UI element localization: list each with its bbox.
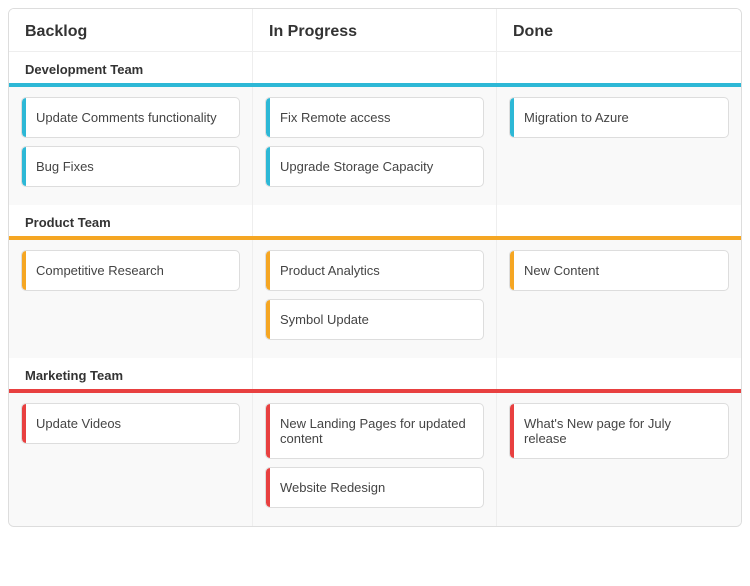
- card-1-1-1[interactable]: Symbol Update: [265, 299, 484, 340]
- card-0-0-0[interactable]: Update Comments functionality: [21, 97, 240, 138]
- team-label-mid-2: [253, 358, 497, 389]
- done-header: Done: [497, 9, 741, 51]
- team-header-row-2: Marketing Team: [9, 358, 741, 389]
- team-label-mid-0: [253, 52, 497, 83]
- team-label-right-1: [497, 205, 741, 236]
- card-2-0-0[interactable]: Update Videos: [21, 403, 240, 444]
- team-1-backlog-col: Competitive Research: [9, 240, 253, 358]
- team-0-backlog-col: Update Comments functionality Bug Fixes: [9, 87, 253, 205]
- team-1-done-col: New Content: [497, 240, 741, 358]
- team-content-0: Update Comments functionality Bug Fixes Fi…: [9, 87, 741, 205]
- inprogress-header: In Progress: [253, 9, 497, 51]
- card-1-1-0[interactable]: Product Analytics: [265, 250, 484, 291]
- team-1-inprogress-col: Product Analytics Symbol Update: [253, 240, 497, 358]
- team-label-mid-1: [253, 205, 497, 236]
- team-0-done-col: Migration to Azure: [497, 87, 741, 205]
- team-content-2: Update Videos New Landing Pages for updat…: [9, 393, 741, 526]
- card-0-1-1[interactable]: Upgrade Storage Capacity: [265, 146, 484, 187]
- team-label-right-2: [497, 358, 741, 389]
- card-0-1-0[interactable]: Fix Remote access: [265, 97, 484, 138]
- team-header-row-1: Product Team: [9, 205, 741, 236]
- team-label-0: Development Team: [9, 52, 253, 83]
- card-1-2-0[interactable]: New Content: [509, 250, 729, 291]
- kanban-board: Backlog In Progress Done Development Tea…: [8, 8, 742, 527]
- team-2-done-col: What's New page for July release: [497, 393, 741, 526]
- card-2-1-1[interactable]: Website Redesign: [265, 467, 484, 508]
- card-0-2-0[interactable]: Migration to Azure: [509, 97, 729, 138]
- team-0-inprogress-col: Fix Remote access Upgrade Storage Capacit…: [253, 87, 497, 205]
- backlog-header: Backlog: [9, 9, 253, 51]
- card-0-0-1[interactable]: Bug Fixes: [21, 146, 240, 187]
- team-label-right-0: [497, 52, 741, 83]
- card-2-1-0[interactable]: New Landing Pages for updated content: [265, 403, 484, 459]
- team-label-1: Product Team: [9, 205, 253, 236]
- team-2-inprogress-col: New Landing Pages for updated content Web…: [253, 393, 497, 526]
- team-2-backlog-col: Update Videos: [9, 393, 253, 526]
- team-content-1: Competitive Research Product Analytics Sym…: [9, 240, 741, 358]
- card-1-0-0[interactable]: Competitive Research: [21, 250, 240, 291]
- team-header-row-0: Development Team: [9, 52, 741, 83]
- column-headers: Backlog In Progress Done: [9, 9, 741, 52]
- team-label-2: Marketing Team: [9, 358, 253, 389]
- card-2-2-0[interactable]: What's New page for July release: [509, 403, 729, 459]
